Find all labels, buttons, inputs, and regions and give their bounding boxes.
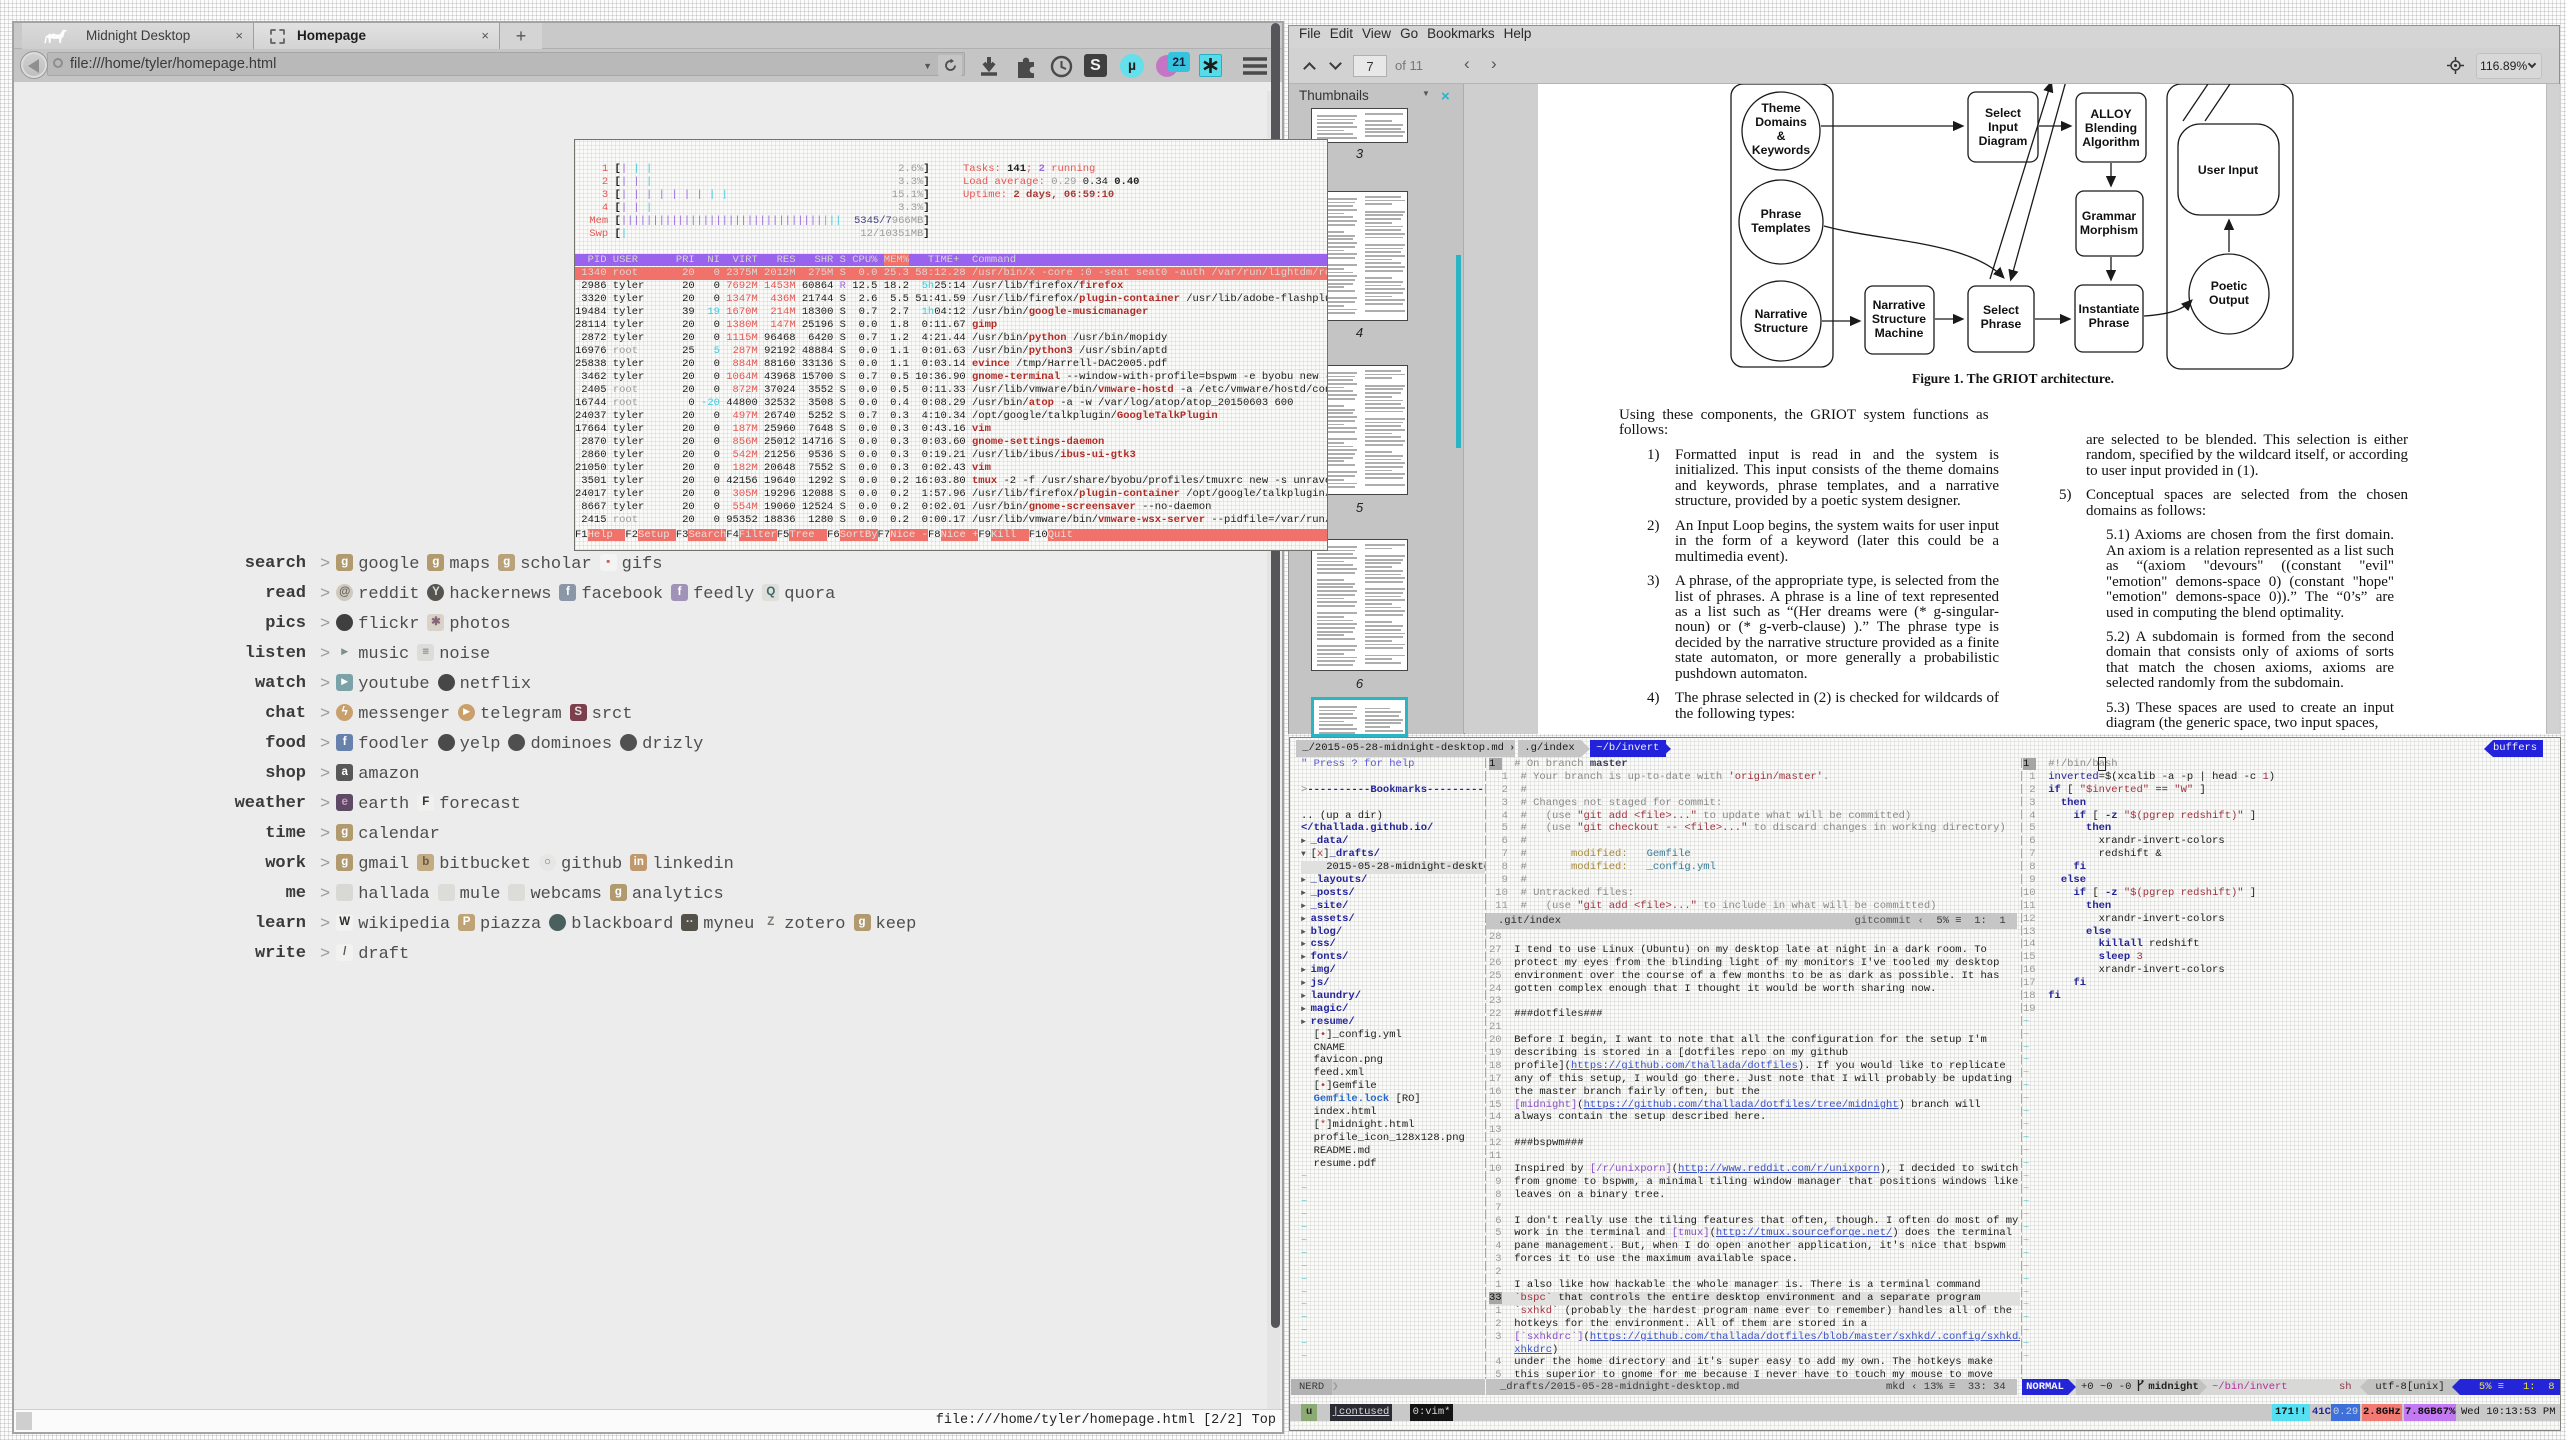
svg-text:Domains: Domains <box>1755 115 1807 129</box>
svg-text:Structure: Structure <box>1754 321 1808 335</box>
svg-text:Templates: Templates <box>1751 221 1811 235</box>
svg-text:Phrase: Phrase <box>2089 316 2130 330</box>
svg-text:Machine: Machine <box>1875 326 1924 340</box>
svg-text:Instantiate: Instantiate <box>2079 302 2140 316</box>
svg-text:ALLOY: ALLOY <box>2090 107 2131 121</box>
svg-text:User Input: User Input <box>2198 163 2258 177</box>
svg-text:Algorithm: Algorithm <box>2082 135 2140 149</box>
svg-text:Select: Select <box>1985 106 2021 120</box>
svg-text:Blending: Blending <box>2085 121 2137 135</box>
svg-text:Output: Output <box>2209 293 2249 307</box>
svg-text:Select: Select <box>1983 303 2019 317</box>
svg-text:Morphism: Morphism <box>2080 223 2138 237</box>
svg-text:Phrase: Phrase <box>1761 207 1802 221</box>
svg-text:Theme: Theme <box>1761 101 1801 115</box>
svg-text:Input: Input <box>1988 120 2018 134</box>
svg-text:Narrative: Narrative <box>1873 298 1926 312</box>
svg-text:Keywords: Keywords <box>1752 143 1810 157</box>
svg-text:Diagram: Diagram <box>1979 134 2028 148</box>
svg-text:Grammar: Grammar <box>2082 209 2136 223</box>
svg-text:Structure: Structure <box>1872 312 1926 326</box>
svg-text:Narrative: Narrative <box>1755 307 1808 321</box>
svg-text:&: & <box>1777 129 1786 143</box>
svg-text:Phrase: Phrase <box>1981 317 2022 331</box>
svg-text:Poetic: Poetic <box>2211 279 2248 293</box>
